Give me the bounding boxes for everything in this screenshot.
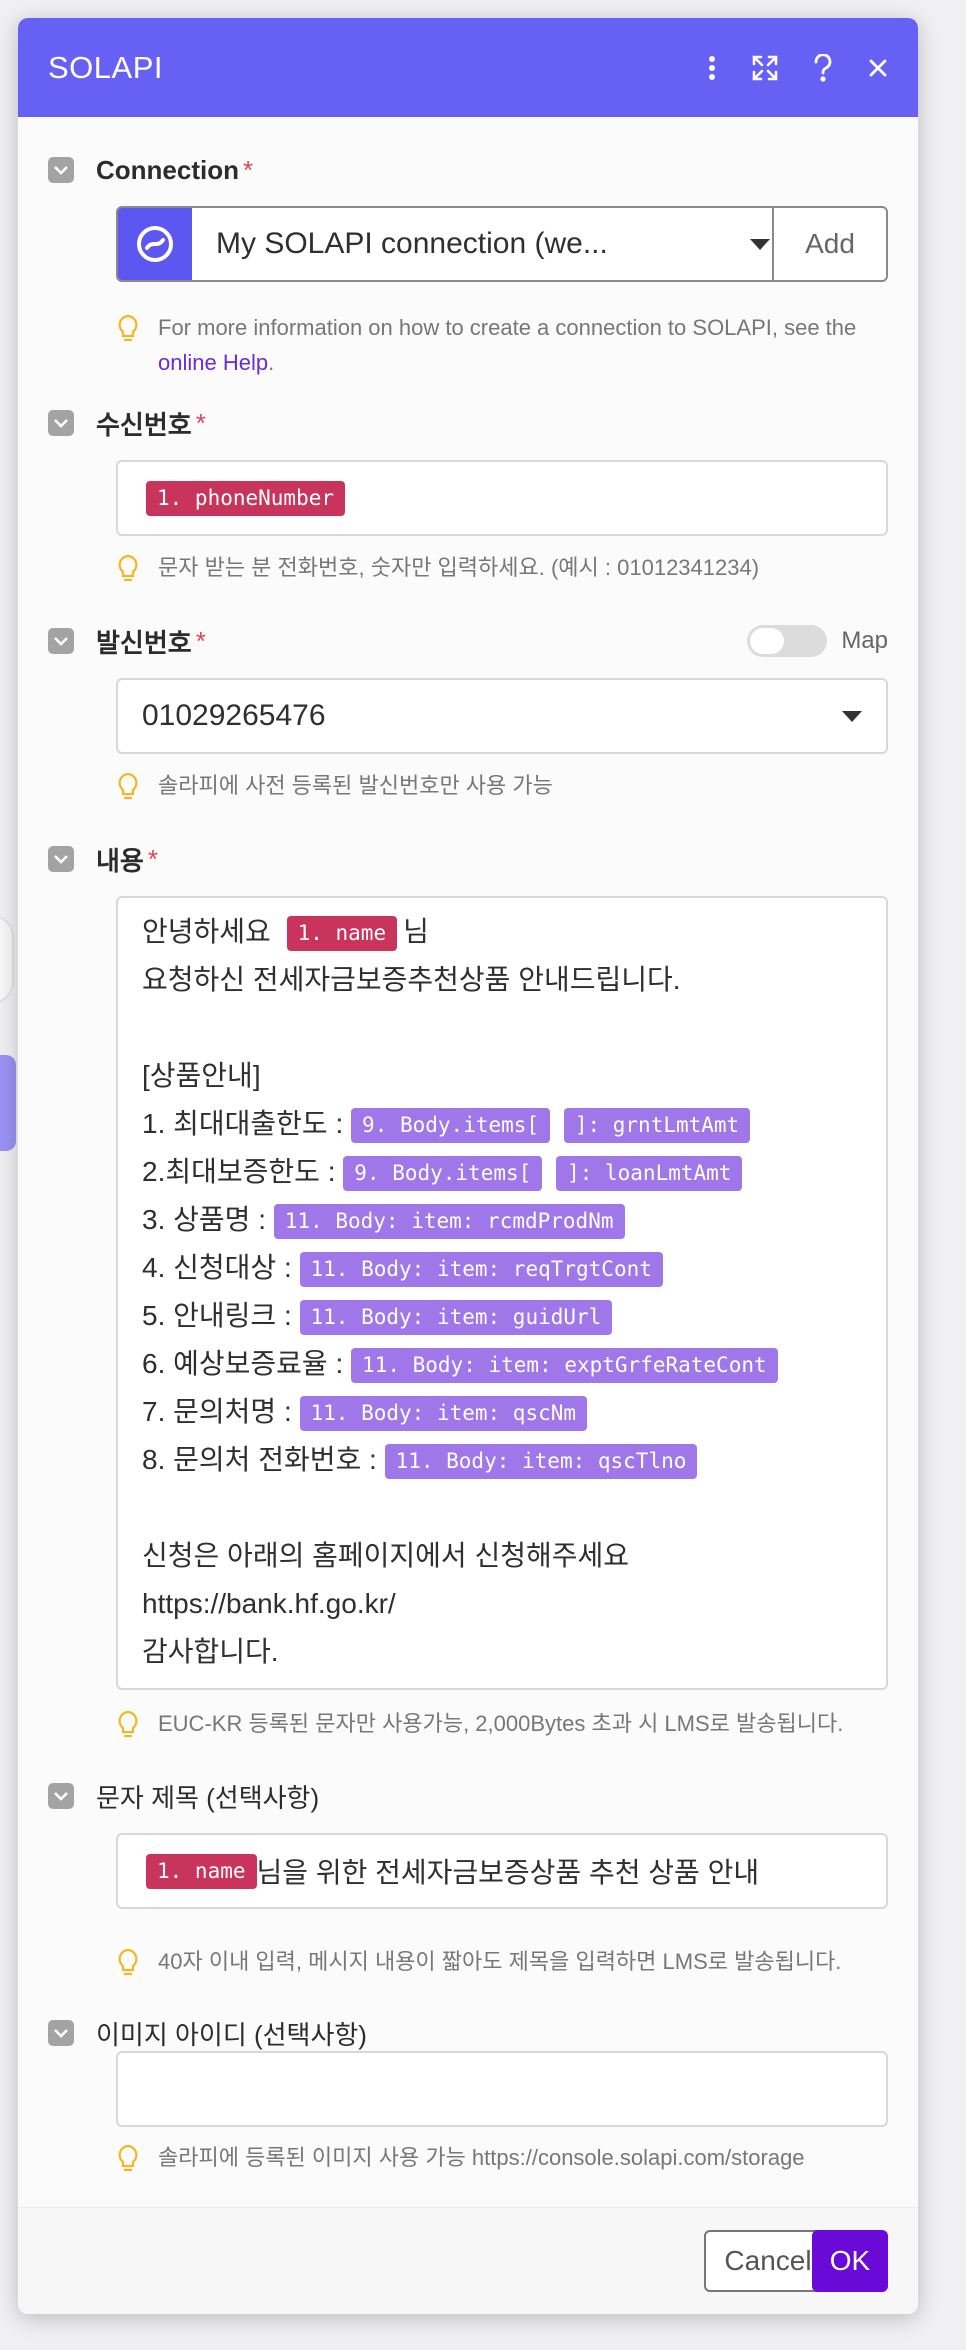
required-marker: * — [243, 154, 254, 185]
mapped-variable-tag[interactable]: ]: grntLmtAmt — [563, 1108, 751, 1144]
content-textarea[interactable]: 안녕하세요 1. name 님 요청하신 전세자금보증추천상품 안내드립니다. [… — [116, 896, 888, 1690]
content-line: 2.최대보증한도 : 9. Body.items[ ]: loanLmtAmt — [142, 1148, 886, 1196]
subject-input[interactable]: 1. name 님을 위한 전세자금보증상품 추천 상품 안내 — [116, 1833, 888, 1909]
recipient-section: 수신번호 * — [48, 403, 888, 443]
connection-select[interactable]: My SOLAPI connection (we... Add — [116, 206, 888, 282]
chevron-down-icon — [750, 239, 770, 250]
required-marker: * — [147, 843, 158, 874]
canvas-module-outline — [0, 915, 14, 1004]
image-id-input[interactable] — [116, 2051, 888, 2127]
mapped-variable-tag[interactable]: 11. Body: item: qscNm — [299, 1396, 588, 1432]
sender-select[interactable]: 01029265476 — [116, 678, 888, 754]
sender-label: 발신번호 — [96, 627, 192, 658]
mapped-variable-tag[interactable]: 11. Body: item: reqTrgtCont — [299, 1252, 663, 1288]
content-line: 안녕하세요 1. name 님 — [142, 908, 886, 956]
content-line: 3. 상품명 : 11. Body: item: rcmdProdNm — [142, 1196, 886, 1244]
dialog-title: SOLAPI — [48, 49, 163, 85]
add-connection-button[interactable]: Add — [772, 208, 886, 280]
mapped-variable-tag[interactable]: 11. Body: item: qscTlno — [384, 1444, 698, 1480]
required-marker: * — [195, 625, 206, 656]
mapped-variable-tag[interactable]: ]: loanLmtAmt — [556, 1156, 743, 1192]
more-options-icon[interactable] — [708, 55, 716, 81]
content-collapse-checkbox[interactable] — [48, 846, 74, 872]
lightbulb-icon — [118, 314, 138, 342]
subject-collapse-checkbox[interactable] — [48, 1783, 74, 1809]
map-toggle-label: Map — [841, 627, 888, 654]
sender-selected-value: 01029265476 — [142, 699, 326, 732]
image-id-section: 이미지 아이디 (선택사항) — [48, 2013, 888, 2053]
required-marker: * — [195, 407, 206, 438]
recipient-input[interactable]: 1. phoneNumber — [116, 460, 888, 536]
map-toggle[interactable] — [747, 625, 828, 657]
recipient-collapse-checkbox[interactable] — [48, 410, 74, 436]
mapped-variable-tag[interactable]: 11. Body: item: guidUrl — [299, 1300, 613, 1336]
canvas-module-handle[interactable] — [0, 1055, 16, 1151]
subject-label: 문자 제목 (선택사항) — [96, 1782, 320, 1813]
sender-hint: 솔라피에 사전 등록된 발신번호만 사용 가능 — [116, 768, 888, 803]
mapped-variable-tag[interactable]: 1. name — [286, 916, 398, 952]
image-id-label: 이미지 아이디 (선택사항) — [96, 2019, 367, 2050]
mapped-variable-tag[interactable]: 9. Body.items[ — [343, 1156, 543, 1192]
image-id-collapse-checkbox[interactable] — [48, 2020, 74, 2046]
sender-section: 발신번호 * Map — [48, 621, 888, 661]
content-line: [상품안내] — [142, 1060, 261, 1091]
ok-button[interactable]: OK — [812, 2230, 888, 2292]
content-section: 내용 * — [48, 839, 888, 879]
content-line: 6. 예상보증료율 : 11. Body: item: exptGrfeRate… — [142, 1340, 886, 1388]
chevron-down-icon — [842, 711, 862, 722]
lightbulb-icon — [118, 1710, 138, 1738]
mapped-variable-tag[interactable]: 1. name — [146, 1853, 257, 1889]
sender-collapse-checkbox[interactable] — [48, 628, 74, 654]
content-line: 신청은 아래의 홈페이지에서 신청해주세요 — [142, 1540, 630, 1571]
subject-hint: 40자 이내 입력, 메시지 내용이 짧아도 제목을 입력하면 LMS로 발송됩… — [116, 1944, 888, 1979]
content-line: 4. 신청대상 : 11. Body: item: reqTrgtCont — [142, 1244, 886, 1292]
lightbulb-icon — [118, 772, 138, 800]
help-icon[interactable] — [814, 53, 832, 82]
solapi-logo-icon — [118, 208, 192, 280]
content-hint: EUC-KR 등록된 문자만 사용가능, 2,000Bytes 초과 시 LMS… — [116, 1706, 888, 1741]
subject-text: 님을 위한 전세자금보증상품 추천 상품 안내 — [256, 1857, 760, 1888]
subject-section: 문자 제목 (선택사항) — [48, 1776, 888, 1816]
connection-selected-value: My SOLAPI connection (we... — [216, 227, 608, 260]
mapped-variable-tag[interactable]: 9. Body.items[ — [351, 1108, 551, 1144]
content-line: https://bank.hf.go.kr/ — [142, 1588, 396, 1619]
content-label: 내용 — [96, 845, 144, 876]
mapped-variable-tag[interactable]: 11. Body: item: exptGrfeRateCont — [351, 1348, 778, 1384]
connection-hint: For more information on how to create a … — [116, 310, 888, 380]
expand-icon[interactable] — [752, 55, 778, 81]
content-line: 5. 안내링크 : 11. Body: item: guidUrl — [142, 1292, 886, 1340]
content-line: 8. 문의처 전화번호 : 11. Body: item: qscTlno — [142, 1436, 886, 1484]
online-help-link[interactable]: online Help — [158, 350, 268, 375]
close-icon[interactable] — [868, 58, 888, 78]
lightbulb-icon — [118, 2144, 138, 2172]
content-line: 1. 최대대출한도 : 9. Body.items[ ]: grntLmtAmt — [142, 1100, 886, 1148]
content-line: 감사합니다. — [142, 1636, 279, 1667]
connection-section: Connection * — [48, 150, 888, 190]
dialog-header: SOLAPI — [18, 18, 918, 117]
recipient-hint: 문자 받는 분 전화번호, 숫자만 입력하세요. (예시 : 010123412… — [116, 550, 888, 585]
mapped-variable-tag[interactable]: 11. Body: item: rcmdProdNm — [273, 1204, 625, 1240]
lightbulb-icon — [118, 554, 138, 582]
dialog-footer: Cancel OK — [18, 2207, 918, 2314]
image-id-hint: 솔라피에 등록된 이미지 사용 가능 https://console.solap… — [116, 2140, 888, 2175]
recipient-label: 수신번호 — [96, 409, 192, 440]
connection-collapse-checkbox[interactable] — [48, 157, 74, 183]
mapped-variable-tag[interactable]: 1. phoneNumber — [146, 481, 346, 516]
lightbulb-icon — [118, 1948, 138, 1976]
content-line: 7. 문의처명 : 11. Body: item: qscNm — [142, 1388, 886, 1436]
connection-label: Connection — [96, 154, 239, 185]
module-settings-dialog: SOLAPI Connection * My SOLAPI connection… — [18, 18, 918, 2314]
content-line: 요청하신 전세자금보증추천상품 안내드립니다. — [142, 964, 681, 995]
